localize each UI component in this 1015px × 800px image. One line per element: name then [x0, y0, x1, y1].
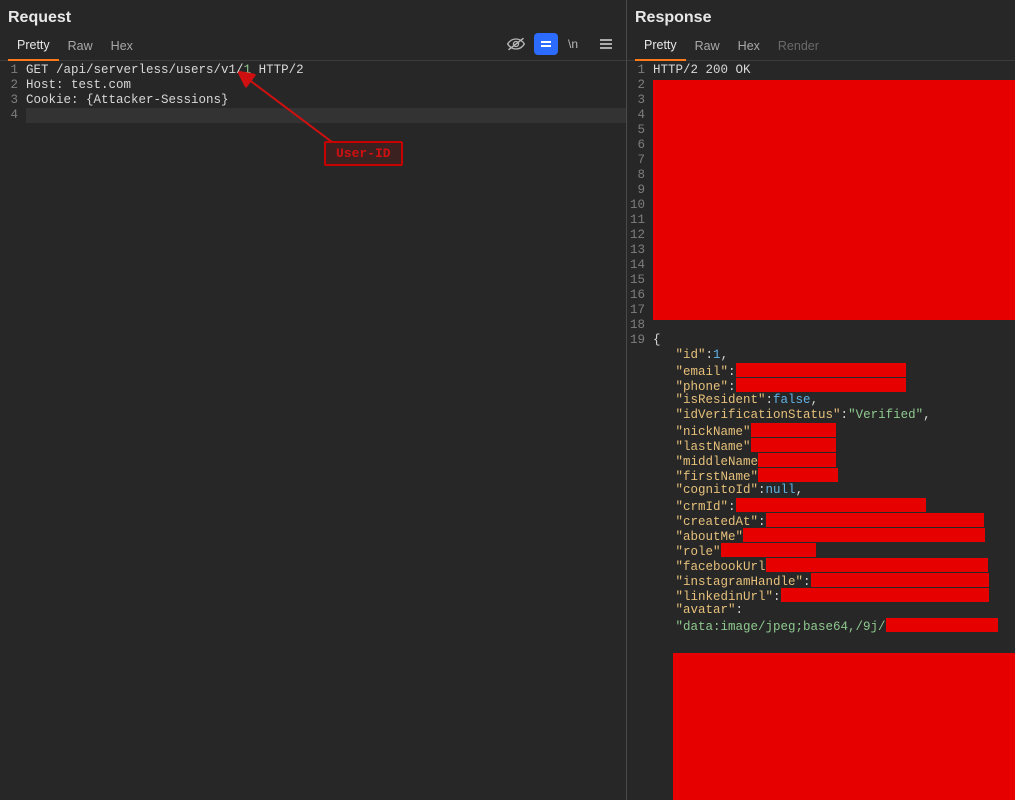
json-role: "role"	[653, 543, 1015, 558]
request-toolbar: \n	[504, 30, 618, 58]
json-instagram: "instagramHandle":	[653, 573, 1015, 588]
response-code-body: HTTP/2 200 OK { "id":1, "email": "phone"…	[649, 63, 1015, 800]
json-middlename: "middleName	[653, 453, 1015, 468]
tab-hex[interactable]: Hex	[729, 33, 769, 60]
tab-raw[interactable]: Raw	[59, 33, 102, 60]
annotation-arrow	[232, 67, 342, 147]
equals-icon[interactable]	[534, 33, 558, 55]
hide-icon[interactable]	[504, 33, 528, 55]
json-open: {	[653, 333, 661, 347]
redacted-headers	[653, 80, 1015, 320]
request-title: Request	[0, 0, 626, 33]
json-firstname: "firstName"	[653, 468, 1015, 483]
response-code[interactable]: 12345678910111213141516171819 HTTP/2 200…	[627, 61, 1015, 800]
json-crmid: "crmId":	[653, 498, 1015, 513]
json-lastname: "lastName"	[653, 438, 1015, 453]
response-pane: Response Pretty Raw Hex Render 123456789…	[627, 0, 1015, 800]
redacted-body-tail	[673, 653, 1015, 800]
json-facebook: "facebookUrl	[653, 558, 1015, 573]
json-dataimage: "data:image/jpeg;base64,/9j/	[653, 618, 1015, 633]
request-pane: Request \n Pretty Raw Hex 1234	[0, 0, 627, 800]
json-nickname: "nickName"	[653, 423, 1015, 438]
json-createdat: "createdAt":	[653, 513, 1015, 528]
newline-icon[interactable]: \n	[564, 33, 588, 55]
json-isresident: "isResident":false,	[653, 393, 1015, 408]
json-email: "email":	[653, 363, 1015, 378]
json-idverif: "idVerificationStatus":"Verified",	[653, 408, 1015, 423]
response-status-line: HTTP/2 200 OK	[653, 63, 1015, 78]
response-title: Response	[627, 0, 1015, 33]
tab-render[interactable]: Render	[769, 33, 828, 60]
json-linkedin: "linkedinUrl":	[653, 588, 1015, 603]
response-gutter: 12345678910111213141516171819	[627, 63, 649, 800]
json-phone: "phone":	[653, 378, 1015, 393]
annotation-label: User-ID	[324, 141, 403, 166]
tab-pretty[interactable]: Pretty	[8, 32, 59, 61]
json-id: "id":1,	[653, 348, 1015, 363]
svg-text:\n: \n	[568, 37, 578, 51]
tab-hex[interactable]: Hex	[102, 33, 142, 60]
json-aboutme: "aboutMe"	[653, 528, 1015, 543]
response-tabbar: Pretty Raw Hex Render	[627, 33, 1015, 61]
menu-icon[interactable]	[594, 33, 618, 55]
json-avatar: "avatar":	[653, 603, 1015, 618]
request-code[interactable]: 1234 GET /api/serverless/users/v1/1 HTTP…	[0, 61, 626, 800]
request-gutter: 1234	[0, 63, 22, 800]
tab-raw[interactable]: Raw	[686, 33, 729, 60]
tab-pretty[interactable]: Pretty	[635, 32, 686, 61]
json-cognitoid: "cognitoId":null,	[653, 483, 1015, 498]
